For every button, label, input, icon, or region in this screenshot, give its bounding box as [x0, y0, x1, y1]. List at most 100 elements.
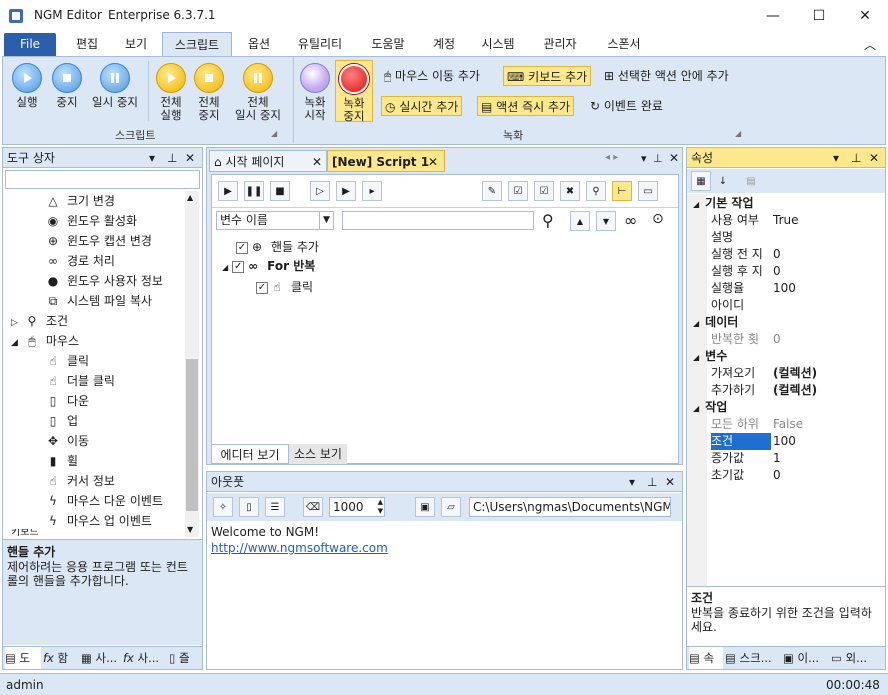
check-all-icon[interactable]: ☑: [534, 181, 554, 201]
menu-account[interactable]: 계정: [422, 32, 466, 56]
pause-icon[interactable]: ❚❚: [244, 181, 264, 201]
menu-system[interactable]: 시스템: [472, 32, 524, 56]
checkbox[interactable]: ✓: [256, 281, 268, 294]
tab-properties[interactable]: ▤ 속: [689, 647, 723, 669]
prop-add[interactable]: 추가하기 (컬렉션): [687, 382, 885, 399]
prop-all-children[interactable]: 모든 하위 False: [687, 416, 885, 433]
tab-function[interactable]: fx 함: [43, 647, 79, 669]
move-down-icon[interactable]: ▼: [596, 211, 616, 231]
prop-before-delay[interactable]: 실행 전 지0: [687, 246, 885, 263]
close-icon[interactable]: ✕: [669, 151, 679, 165]
tool-path[interactable]: ∞ 경로 처리: [45, 251, 115, 271]
tab-images[interactable]: ▣ 이...: [783, 647, 829, 669]
stop-icon[interactable]: ■: [270, 181, 290, 201]
tool-cursor-info[interactable]: ☝ 커서 정보: [45, 471, 115, 491]
tab-toolbox[interactable]: ▤ 도: [5, 647, 41, 669]
run-all-button[interactable]: 전체 실행: [153, 63, 189, 122]
tab-favorite[interactable]: ▯ 즐: [169, 647, 201, 669]
category-data[interactable]: ◢ 데이터: [687, 314, 738, 331]
dropdown-icon[interactable]: ▾: [149, 148, 155, 168]
dropdown-icon[interactable]: ▾: [833, 148, 839, 168]
stop-all-button[interactable]: 전체 중지: [191, 63, 227, 122]
record-stop-button[interactable]: 녹화 중지: [335, 60, 373, 123]
search-icon[interactable]: ⚲: [542, 211, 554, 230]
prop-use[interactable]: 사용 여부 True: [687, 212, 885, 229]
step-icon[interactable]: ▷: [310, 181, 330, 201]
categorized-icon[interactable]: ▦: [691, 171, 711, 191]
variable-search-input[interactable]: [342, 211, 534, 230]
script-item-click[interactable]: ✓ ☝ 클릭: [256, 277, 313, 297]
property-pages-icon[interactable]: ▤: [741, 171, 761, 191]
tree-view-icon[interactable]: ⊢: [612, 181, 632, 201]
script-item-add-handle[interactable]: ✓ ⊕ 핸들 추가: [236, 237, 319, 257]
clean-icon[interactable]: ✧: [213, 497, 233, 517]
tool-mouse-down-event[interactable]: ϟ 마우스 다운 이벤트: [45, 491, 163, 511]
tab-external[interactable]: ▭ 외...: [831, 647, 883, 669]
edit-icon[interactable]: ✎: [482, 181, 502, 201]
add-in-selected-button[interactable]: ⊞ 선택한 액션 안에 추가: [601, 66, 732, 86]
record-start-button[interactable]: 녹화 시작: [297, 63, 333, 122]
maximize-button[interactable]: ☐: [796, 0, 842, 32]
script-item-for-loop[interactable]: ◢ ✓ ∞ For 반복: [222, 256, 315, 276]
run-icon[interactable]: ▶: [218, 181, 238, 201]
save-icon[interactable]: ▣: [415, 497, 435, 517]
checkbox[interactable]: ✓: [236, 241, 248, 254]
run-button[interactable]: 실행: [7, 63, 47, 109]
output-link[interactable]: http://www.ngmsoftware.com: [211, 541, 388, 555]
list-icon[interactable]: ☰: [265, 497, 285, 517]
prop-get[interactable]: 가져오기 (컬렉션): [687, 365, 885, 382]
menu-edit[interactable]: 편집: [64, 32, 110, 56]
minimize-button[interactable]: —: [750, 0, 796, 32]
tool-file-copy[interactable]: ⧉ 시스템 파일 복사: [45, 291, 152, 311]
search-icon[interactable]: ⚲: [586, 181, 606, 201]
menu-script[interactable]: 스크립트: [162, 32, 232, 56]
pause-button[interactable]: 일시 중지: [87, 63, 143, 109]
group-expand-icon[interactable]: ◢: [735, 129, 741, 138]
pin-icon[interactable]: ⊥: [167, 148, 177, 168]
scroll-up-icon[interactable]: ▲: [187, 193, 193, 202]
line-count-spinner[interactable]: 1000 ▲ ▼: [329, 497, 385, 517]
pause-all-button[interactable]: 전체 일시 중지: [229, 63, 287, 122]
stop-button[interactable]: 중지: [47, 63, 87, 109]
tool-click[interactable]: ☝ 클릭: [45, 351, 89, 371]
menu-admin[interactable]: 관리자: [532, 32, 588, 56]
mouse-move-add-button[interactable]: 🖱 마우스 이동 추가: [381, 66, 483, 86]
loop-icon[interactable]: ∞: [624, 211, 637, 230]
keyboard-add-button[interactable]: ⌨ 키보드 추가: [503, 66, 592, 86]
tool-mouse-up[interactable]: ▯ 업: [45, 411, 78, 431]
pin-icon[interactable]: ⊥: [647, 472, 657, 492]
collapse-ribbon-icon[interactable]: ︿: [864, 36, 876, 53]
menu-options[interactable]: 옵션: [236, 32, 282, 56]
tool-mouse-up-event[interactable]: ϟ 마우스 업 이벤트: [45, 511, 152, 531]
realtime-add-button[interactable]: ◷ 실시간 추가: [381, 96, 463, 116]
checkbox[interactable]: ✓: [232, 260, 245, 273]
folder-icon[interactable]: ▱: [441, 497, 461, 517]
tab-start-page[interactable]: ⌂ 시작 페이지 ✕: [209, 150, 327, 172]
prop-condition[interactable]: 조건 100: [687, 433, 885, 450]
event-done-button[interactable]: ↻ 이벤트 완료: [587, 96, 666, 116]
close-icon[interactable]: ✕: [428, 151, 438, 173]
tool-move[interactable]: ✥ 이동: [45, 431, 89, 451]
group-condition[interactable]: ▷ ⚲ 조건: [11, 311, 68, 331]
category-basic[interactable]: ◢ 기본 작업: [687, 195, 754, 212]
tab-editor-view[interactable]: 에디터 보기: [211, 444, 289, 464]
tab-user[interactable]: ▦ 사...: [81, 647, 121, 669]
prop-run-rate[interactable]: 실행율 100: [687, 280, 885, 297]
close-icon[interactable]: ✕: [665, 472, 675, 492]
group-expand-icon[interactable]: ◢: [271, 129, 277, 138]
tab-nav-icon[interactable]: ◂ ▸: [605, 152, 618, 163]
tool-window-activate[interactable]: ◉ 윈도우 활성화: [45, 211, 137, 231]
category-variable[interactable]: ◢ 변수: [687, 348, 727, 365]
tab-user-fn[interactable]: fx 사...: [123, 647, 167, 669]
menu-sponsor[interactable]: 스폰서: [596, 32, 652, 56]
file-menu[interactable]: File: [4, 33, 56, 56]
tool-wheel[interactable]: ▮ 휠: [45, 451, 78, 471]
prop-description[interactable]: 설명: [687, 229, 885, 246]
toolbox-scrollbar[interactable]: ▲ ▼: [185, 191, 199, 537]
dropdown-icon[interactable]: ▾: [641, 152, 647, 165]
toolbox-search-input[interactable]: [5, 170, 200, 189]
scrollbar-thumb[interactable]: [186, 359, 198, 511]
tool-user-info[interactable]: ● 윈도우 사용자 정보: [45, 271, 163, 291]
tab-scripts[interactable]: ▤ 스크...: [725, 647, 781, 669]
tool-double-click[interactable]: ☝ 더블 클릭: [45, 371, 115, 391]
